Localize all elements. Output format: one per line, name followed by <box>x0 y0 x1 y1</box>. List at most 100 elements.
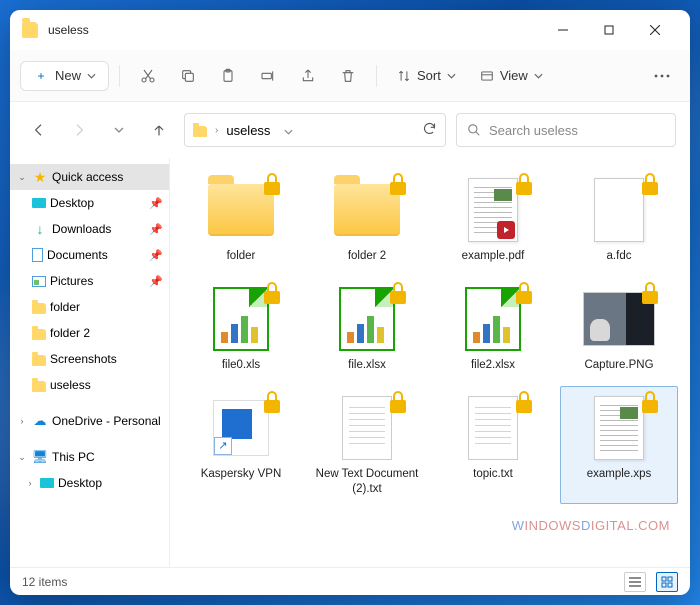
sidebar-item-folder2[interactable]: folder 2 <box>10 320 169 346</box>
desktop-icon <box>40 478 54 488</box>
file-item[interactable]: file2.xlsx <box>434 277 552 380</box>
file-thumbnail <box>579 175 659 245</box>
file-item[interactable]: Capture.PNG <box>560 277 678 380</box>
command-bar: + New Sort View <box>10 50 690 102</box>
recent-dropdown[interactable] <box>104 115 134 145</box>
file-name: example.pdf <box>462 249 525 264</box>
sidebar-item-pc-desktop[interactable]: › Desktop <box>10 470 169 496</box>
folder-icon <box>32 355 46 366</box>
new-button[interactable]: + New <box>20 61 109 91</box>
file-thumbnail <box>327 393 407 463</box>
status-bar: 12 items <box>10 567 690 595</box>
file-item[interactable]: topic.txt <box>434 386 552 504</box>
file-name: folder <box>227 249 256 264</box>
items-view[interactable]: folder folder 2 example.pdf a.fdc file0.xls f… <box>170 158 690 567</box>
file-thumbnail <box>453 393 533 463</box>
sidebar-item-thispc[interactable]: ⌄ 🖥 This PC <box>10 444 169 470</box>
file-item[interactable]: example.xps <box>560 386 678 504</box>
address-bar[interactable]: › useless <box>184 113 446 147</box>
sidebar-item-useless[interactable]: useless <box>10 372 169 398</box>
view-icon <box>480 69 494 83</box>
forward-button[interactable] <box>64 115 94 145</box>
file-name: topic.txt <box>473 467 513 482</box>
pc-icon: 🖥 <box>32 449 48 465</box>
folder-icon <box>32 303 46 314</box>
icons-layout-button[interactable] <box>656 572 678 592</box>
file-name: a.fdc <box>607 249 632 264</box>
more-button[interactable] <box>644 58 680 94</box>
file-item[interactable]: example.pdf <box>434 168 552 271</box>
sidebar-item-quick-access[interactable]: ⌄ ★ Quick access <box>10 164 169 190</box>
up-button[interactable] <box>144 115 174 145</box>
addr-folder-icon <box>193 126 207 137</box>
details-layout-button[interactable] <box>624 572 646 592</box>
file-name: file0.xls <box>222 358 260 373</box>
maximize-button[interactable] <box>586 10 632 50</box>
cloud-icon: ☁ <box>32 413 48 429</box>
lock-icon <box>261 391 283 413</box>
navigation-pane[interactable]: ⌄ ★ Quick access Desktop 📌 ↓ Downloads 📌… <box>10 158 170 567</box>
file-name: file.xlsx <box>348 358 386 373</box>
document-icon <box>32 248 43 262</box>
star-icon: ★ <box>32 169 48 185</box>
file-item[interactable]: file.xlsx <box>308 277 426 380</box>
lock-icon <box>513 282 535 304</box>
expand-icon[interactable]: › <box>16 416 28 426</box>
sidebar-item-downloads[interactable]: ↓ Downloads 📌 <box>10 216 169 242</box>
chevron-right-icon: › <box>215 125 218 136</box>
sidebar-item-screenshots[interactable]: Screenshots <box>10 346 169 372</box>
lock-icon <box>639 173 661 195</box>
sidebar-item-folder[interactable]: folder <box>10 294 169 320</box>
share-button[interactable] <box>290 58 326 94</box>
sidebar-item-onedrive[interactable]: › ☁ OneDrive - Personal <box>10 408 169 434</box>
file-thumbnail <box>327 284 407 354</box>
pin-icon: 📌 <box>149 249 163 262</box>
file-item[interactable]: folder <box>182 168 300 271</box>
chevron-down-icon <box>447 73 456 79</box>
file-item[interactable]: Kaspersky VPN <box>182 386 300 504</box>
file-item[interactable]: New Text Document (2).txt <box>308 386 426 504</box>
title-bar: useless <box>10 10 690 50</box>
view-button[interactable]: View <box>470 62 553 89</box>
folder-icon <box>32 381 46 392</box>
lock-icon <box>639 282 661 304</box>
breadcrumb[interactable]: useless <box>226 123 270 138</box>
sort-button[interactable]: Sort <box>387 62 466 89</box>
new-button-label: New <box>55 68 81 83</box>
cut-button[interactable] <box>130 58 166 94</box>
search-box[interactable]: Search useless <box>456 113 676 147</box>
rename-button[interactable] <box>250 58 286 94</box>
minimize-button[interactable] <box>540 10 586 50</box>
file-item[interactable]: folder 2 <box>308 168 426 271</box>
picture-icon <box>32 276 46 287</box>
addr-history-dropdown[interactable] <box>278 123 299 138</box>
sidebar-item-desktop[interactable]: Desktop 📌 <box>10 190 169 216</box>
close-button[interactable] <box>632 10 678 50</box>
search-placeholder: Search useless <box>489 123 578 138</box>
pin-icon: 📌 <box>149 223 163 236</box>
lock-icon <box>513 391 535 413</box>
nav-row: › useless Search useless <box>10 102 690 158</box>
copy-button[interactable] <box>170 58 206 94</box>
sidebar-item-documents[interactable]: Documents 📌 <box>10 242 169 268</box>
collapse-icon[interactable]: ⌄ <box>16 172 28 183</box>
sort-icon <box>397 69 411 83</box>
file-item[interactable]: a.fdc <box>560 168 678 271</box>
delete-button[interactable] <box>330 58 366 94</box>
file-thumbnail <box>579 393 659 463</box>
sort-label: Sort <box>417 68 441 83</box>
folder-icon <box>32 329 46 340</box>
view-label: View <box>500 68 528 83</box>
file-name: example.xps <box>587 467 652 482</box>
file-item[interactable]: file0.xls <box>182 277 300 380</box>
lock-icon <box>387 173 409 195</box>
sidebar-item-pictures[interactable]: Pictures 📌 <box>10 268 169 294</box>
plus-circle-icon: + <box>33 68 49 84</box>
back-button[interactable] <box>24 115 54 145</box>
paste-button[interactable] <box>210 58 246 94</box>
collapse-icon[interactable]: ⌄ <box>16 452 28 463</box>
expand-icon[interactable]: › <box>24 478 36 488</box>
file-name: Capture.PNG <box>584 358 653 373</box>
chevron-down-icon <box>87 73 96 79</box>
refresh-button[interactable] <box>422 121 437 139</box>
